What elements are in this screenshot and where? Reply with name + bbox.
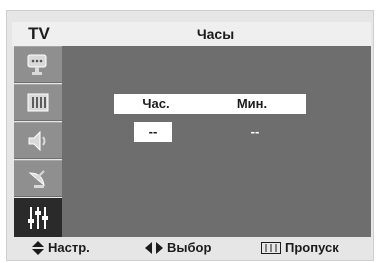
sidebar-item-picture[interactable]	[14, 46, 62, 83]
hint-select-label: Выбор	[167, 240, 212, 255]
channel-grid-icon	[27, 93, 49, 112]
skip-grid-icon	[261, 242, 281, 254]
picture-icon	[27, 54, 47, 75]
settings-sliders-icon	[28, 207, 48, 229]
hint-adjust: Настр.	[32, 240, 90, 256]
minutes-label: Мин.	[198, 94, 306, 114]
hint-adjust-label: Настр.	[48, 240, 90, 255]
hint-skip: Пропуск	[261, 240, 339, 256]
source-label: TV	[28, 24, 50, 43]
sidebar-item-satellite[interactable]	[14, 160, 62, 197]
hours-label: Час.	[114, 94, 198, 114]
sidebar-item-sound[interactable]	[14, 122, 62, 159]
minutes-field[interactable]: --	[236, 122, 274, 142]
hint-skip-label: Пропуск	[285, 240, 339, 255]
sidebar-item-setup[interactable]	[14, 198, 62, 237]
page-title: Часы	[196, 26, 235, 42]
satellite-dish-icon	[28, 170, 45, 188]
left-right-arrows-icon	[145, 242, 163, 254]
hint-select: Выбор	[145, 240, 211, 256]
clock-panel	[62, 46, 371, 237]
speaker-icon	[28, 130, 46, 152]
hours-field[interactable]: --	[134, 122, 172, 142]
sidebar-item-channels[interactable]	[14, 84, 62, 121]
up-down-arrows-icon	[32, 241, 44, 255]
sidebar	[14, 46, 62, 237]
help-bar: Настр. Выбор Пропуск	[12, 237, 371, 259]
